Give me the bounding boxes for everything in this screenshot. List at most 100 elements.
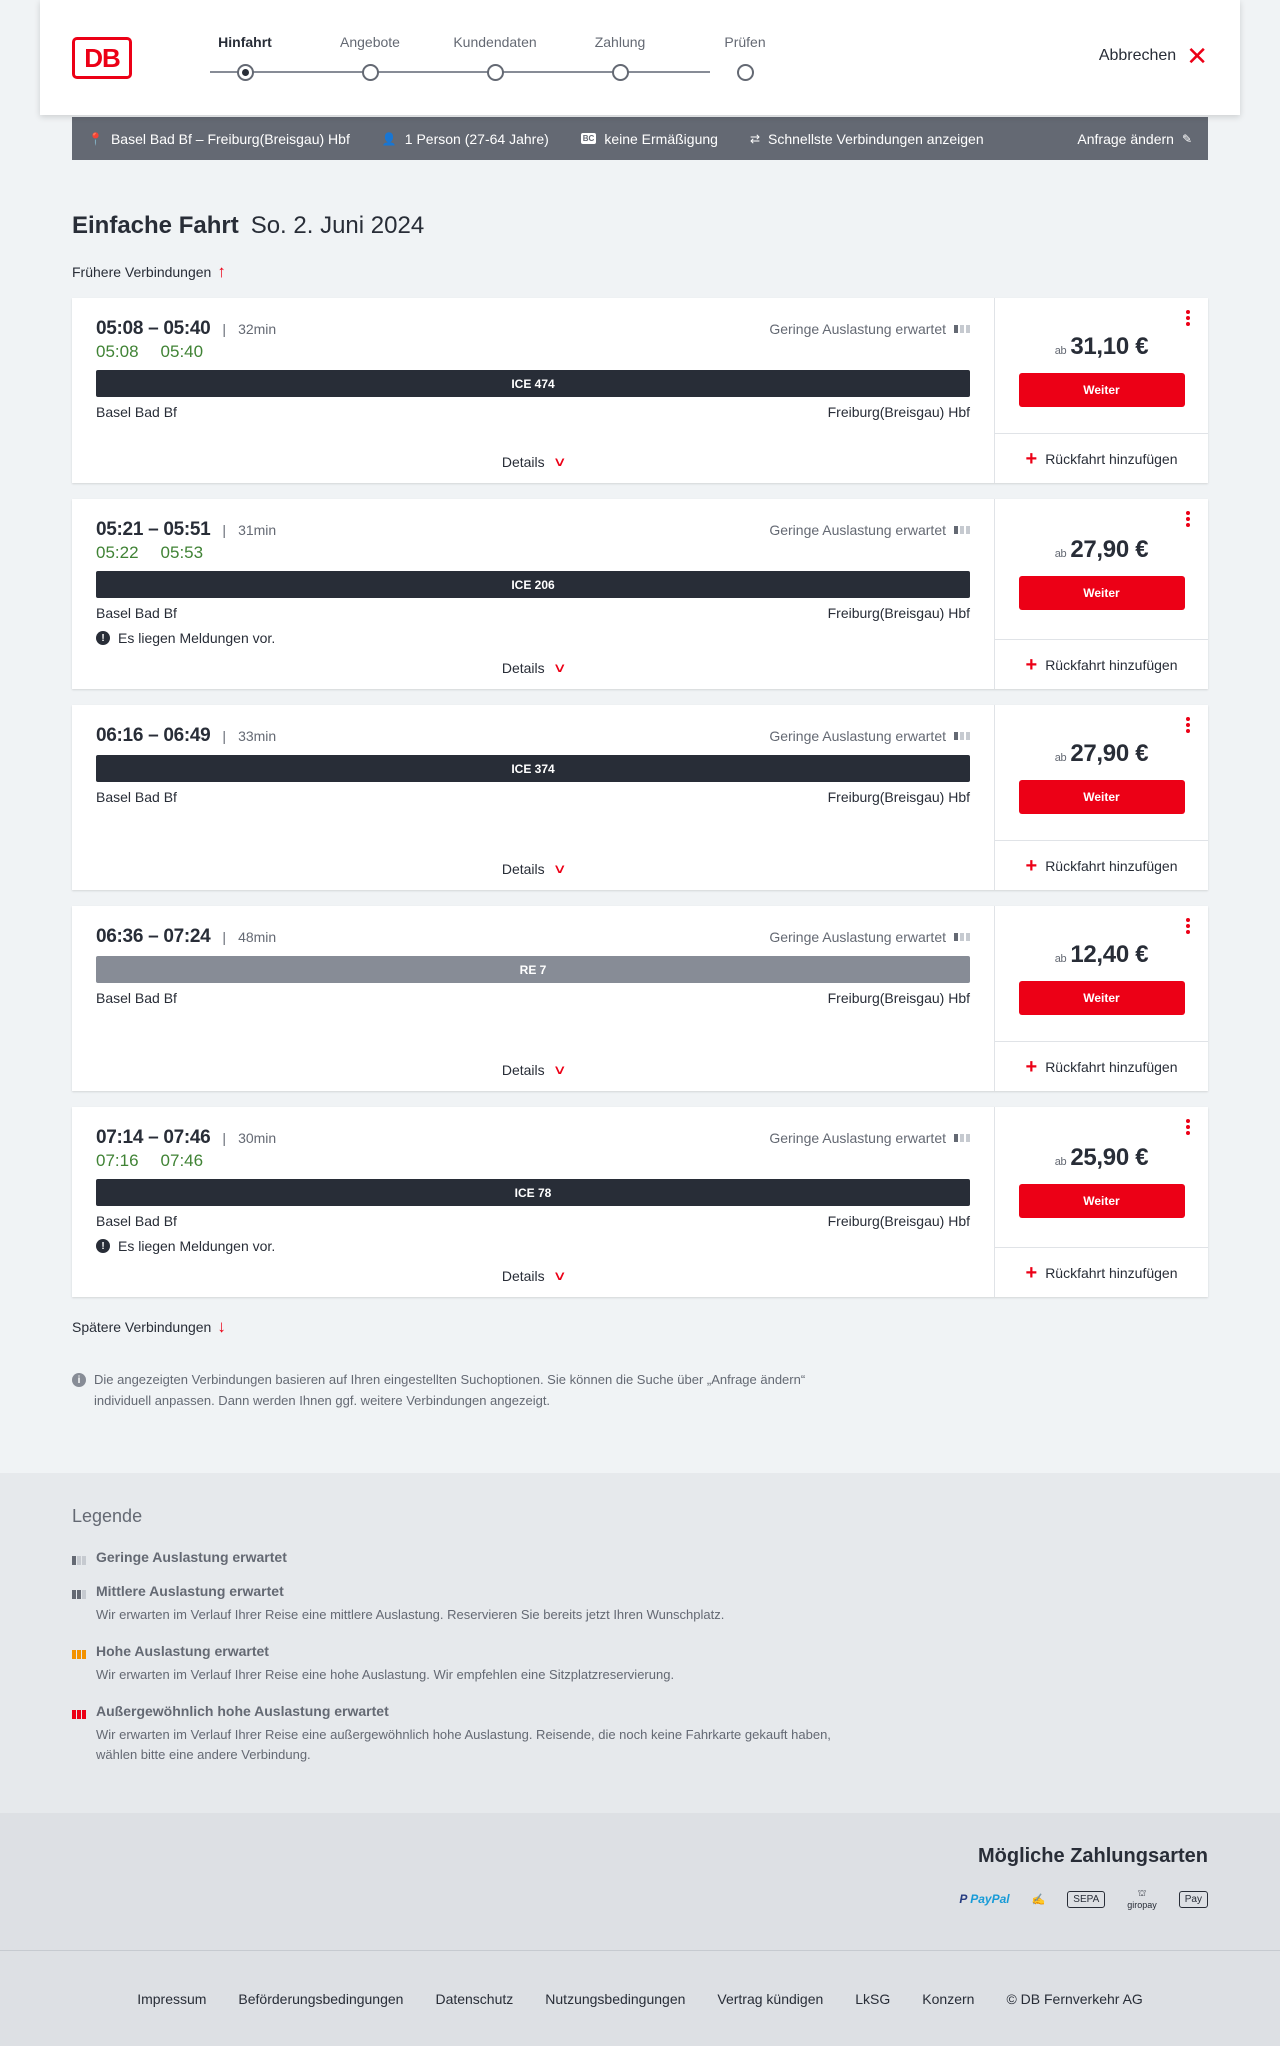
continue-button[interactable]: Weiter (1018, 576, 1185, 610)
step-dot (736, 64, 754, 81)
giropay-icon: ⛫ giropay (1127, 1888, 1157, 1910)
occupancy-low-icon (954, 526, 970, 534)
person-icon: 👤 (381, 131, 397, 146)
payment-title: Mögliche Zahlungsarten (977, 1845, 1208, 1867)
add-return-button[interactable]: + Rückfahrt hinzufügen (995, 1247, 1208, 1297)
occupancy-low-icon (954, 732, 970, 740)
footer-link-datenschutz[interactable]: Datenschutz (435, 1991, 513, 2007)
exclamation-icon: ! (96, 631, 110, 645)
step-pruefen: Prüfen (680, 34, 810, 81)
offer-panel: ab 12,40 € Weiter + Rückfahrt hinzufügen (994, 906, 1208, 1091)
offer-panel: ab 31,10 € Weiter + Rückfahrt hinzufügen (994, 298, 1208, 483)
add-return-button[interactable]: + Rückfahrt hinzufügen (995, 1041, 1208, 1091)
legend-item-high: Hohe Auslastung erwartet Wir erwarten im … (72, 1643, 1208, 1685)
details-toggle[interactable]: Details ∨ (72, 660, 994, 676)
route-summary: 📍 Basel Bad Bf – Freiburg(Breisgau) Hbf (88, 130, 350, 147)
train-bar[interactable]: ICE 474 (96, 370, 970, 397)
footer-link-befoerderungsbedingungen[interactable]: Beförderungsbedingungen (238, 1991, 403, 2007)
chevron-down-icon: ∨ (552, 1268, 567, 1283)
connection-times: 06:36 – 07:24 (96, 926, 211, 947)
legend-item-low: Geringe Auslastung erwartet (72, 1549, 1208, 1565)
chevron-down-icon: ∨ (552, 454, 567, 469)
earlier-connections-link[interactable]: Frühere Verbindungen ↑ (72, 262, 1208, 282)
occupancy-medium-icon (72, 1587, 88, 1599)
continue-button[interactable]: Weiter (1018, 1184, 1185, 1218)
train-bar[interactable]: ICE 206 (96, 571, 970, 598)
train-bar[interactable]: ICE 374 (96, 755, 970, 782)
arrival-station: Freiburg(Breisgau) Hbf (827, 1213, 970, 1229)
close-icon: ✕ (1186, 41, 1208, 71)
details-toggle[interactable]: Details ∨ (72, 861, 994, 877)
footer-link-konzern[interactable]: Konzern (922, 1991, 974, 2007)
step-zahlung: Zahlung (555, 34, 685, 81)
footer-link-lksg[interactable]: LkSG (855, 1991, 890, 2007)
footer-link-nutzungsbedingungen[interactable]: Nutzungsbedingungen (545, 1991, 685, 2007)
plus-icon: + (1025, 447, 1038, 470)
sepa-icon: SEPA (1067, 1890, 1106, 1908)
copyright: © DB Fernverkehr AG (1006, 1990, 1143, 2007)
change-request-button[interactable]: Anfrage ändern ✎ (1077, 131, 1192, 147)
apple-pay-icon: Pay (1178, 1890, 1208, 1908)
passenger-summary: 👤 1 Person (27-64 Jahre) (381, 130, 549, 147)
occupancy-status: Geringe Auslastung erwartet (769, 929, 970, 945)
footer-link-impressum[interactable]: Impressum (137, 1991, 206, 2007)
occupancy-extreme-icon (72, 1707, 88, 1719)
plus-icon: + (1025, 1055, 1038, 1078)
realtime-times: 05:08 05:40 (96, 342, 204, 361)
cancel-button[interactable]: Abbrechen ✕ (1099, 41, 1208, 71)
occupancy-low-icon (954, 933, 970, 941)
payment-methods: Mögliche Zahlungsarten P PayPal ✍ SEPA ⛫… (0, 1813, 1280, 1950)
fastest-connections-toggle[interactable]: ⇄ Schnellste Verbindungen anzeigen (750, 131, 984, 147)
price: ab 31,10 € (1054, 332, 1149, 360)
connection-duration: 33min (238, 728, 277, 744)
price: ab 25,90 € (1054, 1144, 1149, 1171)
booking-stepper: Hinfahrt Angebote Kundendaten Zahlung Pr… (180, 34, 766, 84)
offer-panel: ab 27,90 € Weiter + Rückfahrt hinzufügen (994, 705, 1208, 890)
price: ab 27,90 € (1054, 536, 1149, 563)
plus-icon: + (1025, 653, 1038, 676)
occupancy-low-icon (72, 1553, 88, 1565)
more-options-icon[interactable] (1186, 918, 1190, 936)
connection-times: 07:14 – 07:46 (96, 1127, 211, 1148)
details-toggle[interactable]: Details ∨ (72, 1062, 994, 1078)
location-pin-icon: 📍 (88, 131, 103, 146)
step-hinfahrt: Hinfahrt (180, 34, 310, 81)
details-toggle[interactable]: Details ∨ (72, 1268, 994, 1284)
connection-info: 05:21 – 05:51 | 31min Geringe Auslastung e… (72, 499, 994, 689)
arrival-station: Freiburg(Breisgau) Hbf (827, 605, 970, 621)
message-notice[interactable]: ! Es liegen Meldungen vor. (96, 1238, 970, 1254)
departure-station: Basel Bad Bf (96, 605, 177, 621)
occupancy-low-icon (954, 325, 970, 333)
more-options-icon[interactable] (1186, 1119, 1190, 1137)
message-notice[interactable]: ! Es liegen Meldungen vor. (96, 630, 970, 646)
connection-duration: 32min (238, 321, 277, 337)
price: ab 27,90 € (1054, 739, 1149, 767)
db-logo[interactable]: DB (72, 37, 132, 79)
occupancy-high-icon (72, 1647, 88, 1659)
step-dot (611, 64, 629, 81)
continue-button[interactable]: Weiter (1018, 980, 1185, 1015)
more-options-icon[interactable] (1186, 310, 1190, 328)
bahncard-icon: BC (580, 133, 597, 144)
departure-station: Basel Bad Bf (96, 990, 177, 1006)
continue-button[interactable]: Weiter (1018, 779, 1185, 814)
continue-button[interactable]: Weiter (1018, 372, 1185, 407)
step-dot (361, 64, 379, 81)
chevron-down-icon: ∨ (552, 1062, 567, 1077)
add-return-button[interactable]: + Rückfahrt hinzufügen (995, 639, 1208, 689)
arrow-down-icon: ↓ (217, 1317, 226, 1336)
arrival-station: Freiburg(Breisgau) Hbf (827, 990, 970, 1006)
later-connections-link[interactable]: Spätere Verbindungen ↓ (72, 1317, 1208, 1337)
more-options-icon[interactable] (1186, 717, 1190, 735)
add-return-button[interactable]: + Rückfahrt hinzufügen (995, 840, 1208, 890)
header: DB Hinfahrt Angebote Kundendaten Zahlung… (40, 0, 1240, 115)
step-angebote: Angebote (305, 34, 435, 81)
train-bar[interactable]: ICE 78 (96, 1179, 970, 1206)
search-summary-bar: 📍 Basel Bad Bf – Freiburg(Breisgau) Hbf 👤… (72, 117, 1208, 160)
train-bar[interactable]: RE 7 (96, 956, 970, 983)
details-toggle[interactable]: Details ∨ (72, 454, 994, 470)
add-return-button[interactable]: + Rückfahrt hinzufügen (995, 433, 1208, 483)
connection-card: 06:36 – 07:24 | 48min Geringe Auslastung e… (72, 906, 1208, 1091)
footer-link-vertrag-kuendigen[interactable]: Vertrag kündigen (717, 1991, 823, 2007)
more-options-icon[interactable] (1186, 511, 1190, 529)
